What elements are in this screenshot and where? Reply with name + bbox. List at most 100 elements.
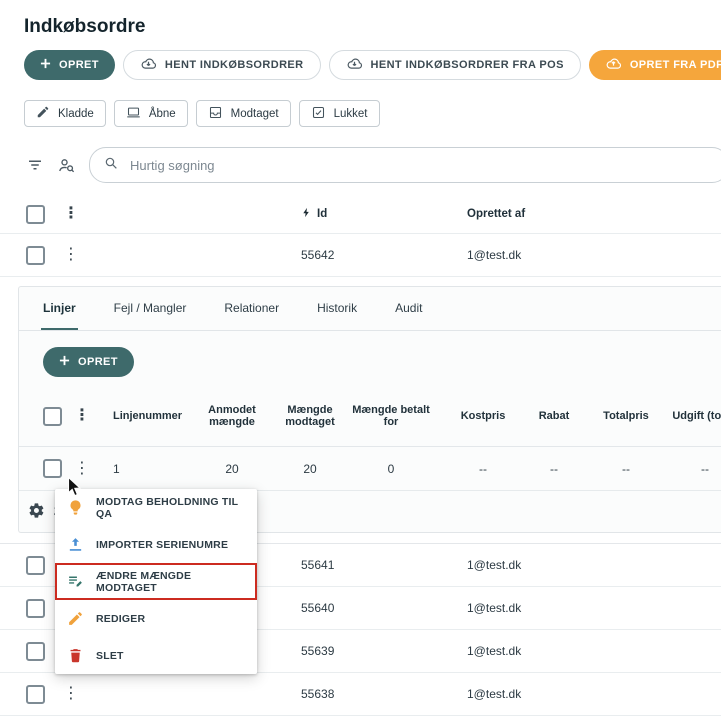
create-button-label: OPRET bbox=[59, 59, 99, 71]
order-created-by: 1@test.dk bbox=[467, 248, 522, 262]
fetch-orders-pos-button[interactable]: HENT INDKØBSORDRER FRA POS bbox=[328, 50, 581, 80]
menu-item-aendre-maengde-modtaget[interactable]: ÆNDRE MÆNGDE MODTAGET bbox=[55, 563, 257, 600]
cloud-download-icon bbox=[346, 55, 363, 75]
order-created-by: 1@test.dk bbox=[467, 558, 522, 572]
col-kostpris: Kostpris bbox=[460, 410, 506, 422]
fetch-orders-pos-label: HENT INDKØBSORDRER FRA POS bbox=[370, 59, 564, 71]
filter-kladde[interactable]: Kladde bbox=[24, 100, 106, 127]
row-checkbox[interactable] bbox=[26, 245, 45, 265]
create-line-label: OPRET bbox=[78, 356, 118, 368]
line-row-1[interactable]: ⋮ 1 20 20 0 -- -- -- -- bbox=[19, 447, 721, 491]
closed-box-icon bbox=[311, 105, 326, 123]
col-linjenummer: Linjenummer bbox=[113, 410, 183, 422]
tab-fejl-mangler[interactable]: Fejl / Mangler bbox=[112, 287, 189, 330]
line-cost-price: -- bbox=[479, 461, 487, 476]
menu-item-importer-serienumre[interactable]: IMPORTER SERIENUMRE bbox=[55, 526, 257, 563]
menu-item-label: IMPORTER SERIENUMRE bbox=[96, 538, 229, 551]
menu-item-modtag-beholdning-til-qa[interactable]: MODTAG BEHOLDNING TIL QA bbox=[55, 489, 257, 526]
kebab-menu-icon[interactable]: ⋮ bbox=[63, 206, 79, 222]
status-filters: Kladde Åbne Modtaget Lukket bbox=[0, 92, 721, 127]
page-header: Indkøbsordre bbox=[0, 0, 721, 42]
filter-list-icon[interactable] bbox=[26, 156, 44, 174]
fetch-orders-button[interactable]: HENT INDKØBSORDRER bbox=[122, 50, 321, 80]
filter-lukket[interactable]: Lukket bbox=[298, 100, 380, 127]
order-id: 55639 bbox=[301, 644, 335, 658]
lines-table-header: ⋮ Linjenummer Anmodet mængde Mængde modt… bbox=[19, 392, 721, 447]
filter-lukket-label: Lukket bbox=[333, 107, 368, 120]
filter-kladde-label: Kladde bbox=[58, 107, 94, 120]
col-anmodet-maengde: Anmodet mængde bbox=[208, 404, 256, 428]
menu-item-rediger[interactable]: REDIGER bbox=[55, 600, 257, 637]
trash-icon bbox=[67, 647, 84, 664]
row-checkbox[interactable] bbox=[26, 598, 45, 618]
detail-tabs: Linjer Fejl / Mangler Relationer Histori… bbox=[19, 287, 721, 331]
kebab-menu-icon[interactable]: ⋮ bbox=[63, 247, 79, 263]
order-row-55642[interactable]: ⋮ 55642 1@test.dk bbox=[0, 234, 721, 277]
person-search-icon[interactable] bbox=[57, 156, 76, 175]
line-requested-qty: 20 bbox=[225, 461, 239, 476]
kebab-menu-icon[interactable]: ⋮ bbox=[74, 408, 90, 424]
cloud-upload-icon bbox=[605, 55, 622, 75]
order-created-by: 1@test.dk bbox=[467, 601, 522, 615]
cloud-download-icon bbox=[140, 55, 157, 75]
filter-modtaget[interactable]: Modtaget bbox=[195, 100, 291, 127]
menu-item-label: MODTAG BEHOLDNING TIL QA bbox=[96, 495, 239, 520]
filter-modtaget-label: Modtaget bbox=[230, 107, 279, 120]
filter-aabne[interactable]: Åbne bbox=[113, 100, 188, 127]
select-all-checkbox[interactable] bbox=[26, 204, 45, 224]
line-received-qty: 20 bbox=[303, 461, 317, 476]
search-input[interactable] bbox=[128, 156, 715, 174]
column-header-id[interactable]: Id bbox=[301, 206, 467, 222]
tab-linjer[interactable]: Linjer bbox=[41, 287, 78, 330]
pencil-icon bbox=[67, 610, 84, 627]
menu-item-label: REDIGER bbox=[96, 612, 146, 625]
laptop-icon bbox=[126, 105, 141, 123]
row-checkbox[interactable] bbox=[26, 555, 45, 575]
bolt-icon bbox=[301, 206, 312, 222]
menu-item-slet[interactable]: SLET bbox=[55, 637, 257, 674]
order-id: 55642 bbox=[301, 248, 335, 262]
col-rabat: Rabat bbox=[538, 410, 570, 422]
edit-list-icon bbox=[67, 573, 84, 590]
plus-icon bbox=[59, 355, 70, 369]
order-id: 55640 bbox=[301, 601, 335, 615]
line-kebab-menu-icon[interactable]: ⋮ bbox=[74, 460, 90, 477]
col-totalpris: Totalpris bbox=[603, 410, 649, 422]
search-row bbox=[0, 147, 721, 183]
context-menu: MODTAG BEHOLDNING TIL QA IMPORTER SERIEN… bbox=[55, 489, 257, 674]
inbox-icon bbox=[208, 105, 223, 123]
order-id: 55641 bbox=[301, 558, 335, 572]
create-line-button[interactable]: OPRET bbox=[43, 347, 134, 377]
upload-icon bbox=[67, 536, 84, 553]
pencil-icon bbox=[36, 105, 50, 122]
order-row-55638[interactable]: ⋮ 55638 1@test.dk bbox=[0, 673, 721, 716]
tab-historik[interactable]: Historik bbox=[315, 287, 359, 330]
column-header-created-by[interactable]: Oprettet af bbox=[467, 208, 721, 220]
line-checkbox[interactable] bbox=[43, 459, 62, 478]
menu-item-label: SLET bbox=[96, 649, 124, 662]
order-id: 55638 bbox=[301, 687, 335, 701]
order-created-by: 1@test.dk bbox=[467, 644, 522, 658]
line-total-price: -- bbox=[622, 461, 630, 476]
col-maengde-betalt-for: Mængde betalt for bbox=[352, 404, 430, 428]
lamp-icon bbox=[67, 499, 84, 516]
kebab-menu-icon[interactable]: ⋮ bbox=[63, 686, 79, 702]
line-paid-qty: 0 bbox=[387, 461, 395, 476]
toolbar: OPRET HENT INDKØBSORDRER HENT INDKØBSORD… bbox=[0, 42, 721, 92]
col-udgift-total: Udgift (total) bbox=[672, 410, 721, 422]
gear-icon[interactable] bbox=[28, 502, 45, 519]
create-from-pdf-label: OPRET FRA PDF bbox=[629, 59, 721, 71]
order-created-by: 1@test.dk bbox=[467, 687, 522, 701]
fetch-orders-label: HENT INDKØBSORDRER bbox=[164, 59, 304, 71]
search-icon bbox=[103, 155, 119, 176]
row-checkbox[interactable] bbox=[26, 641, 45, 661]
tab-audit[interactable]: Audit bbox=[393, 287, 424, 330]
line-number: 1 bbox=[113, 461, 120, 476]
row-checkbox[interactable] bbox=[26, 684, 45, 704]
tab-relationer[interactable]: Relationer bbox=[222, 287, 281, 330]
create-from-pdf-button[interactable]: OPRET FRA PDF bbox=[588, 50, 721, 80]
search-box[interactable] bbox=[89, 147, 721, 183]
create-button[interactable]: OPRET bbox=[24, 50, 115, 80]
line-discount: -- bbox=[550, 461, 558, 476]
select-all-lines-checkbox[interactable] bbox=[43, 406, 62, 426]
